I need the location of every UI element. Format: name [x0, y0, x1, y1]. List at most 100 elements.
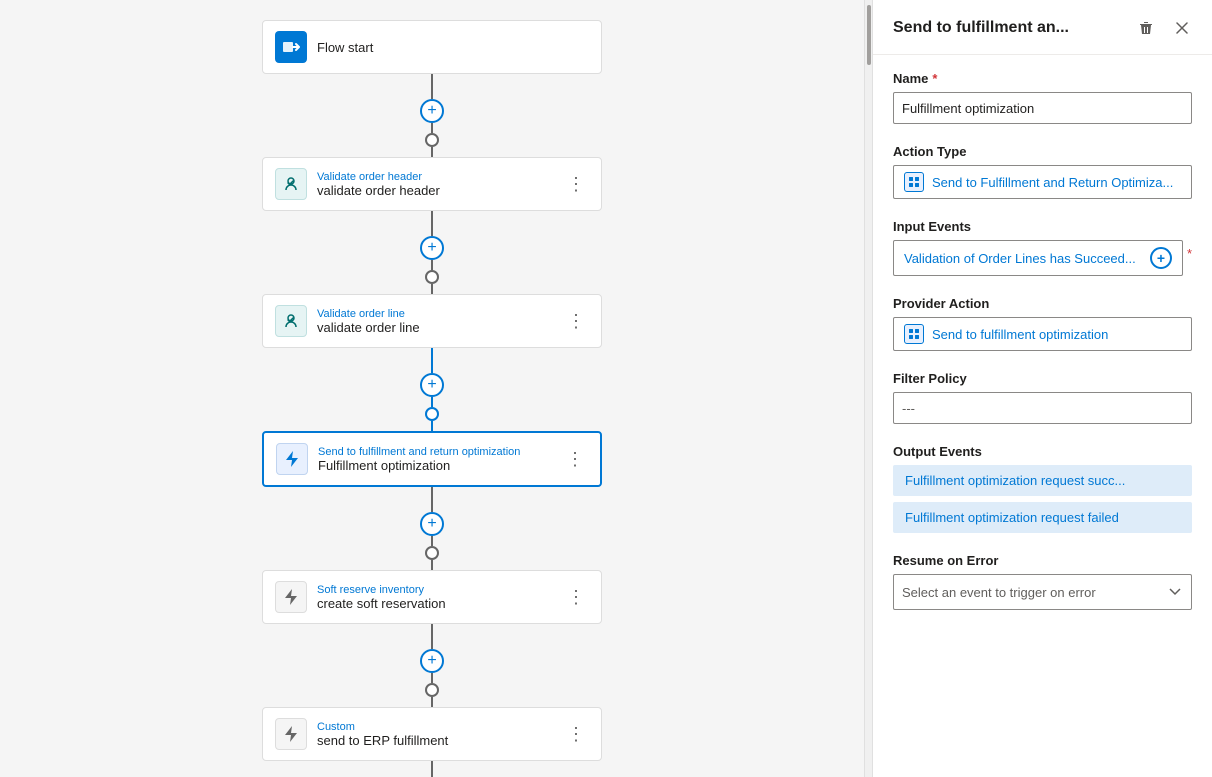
resume-on-error-label: Resume on Error — [893, 553, 1192, 568]
connector-line-4b — [431, 536, 433, 546]
node-menu-validate-line[interactable]: ⋮ — [563, 311, 589, 332]
node-content-fulfillment-opt: Send to fulfillment and return optimizat… — [318, 446, 562, 473]
connector-line-6 — [431, 761, 433, 777]
add-button-2[interactable]: + — [420, 236, 444, 260]
scrollbar-thumb — [867, 5, 871, 65]
input-events-container[interactable]: Validation of Order Lines has Succeed...… — [893, 240, 1183, 276]
node-icon-custom-erp — [275, 718, 307, 750]
connector-line-3c — [431, 421, 433, 431]
name-input[interactable] — [893, 92, 1192, 124]
connector-line-4c — [431, 560, 433, 570]
panel-header-actions — [1132, 14, 1196, 42]
connector-circle-1 — [425, 133, 439, 147]
panel-header: Send to fulfillment an... — [873, 0, 1212, 55]
panel-title: Send to fulfillment an... — [893, 19, 1132, 37]
provider-action-container[interactable]: Send to fulfillment optimization — [893, 317, 1192, 351]
add-input-event-button[interactable]: + — [1150, 247, 1172, 269]
input-events-wrapper: Validation of Order Lines has Succeed...… — [893, 240, 1192, 276]
connector-line-5 — [431, 624, 433, 649]
node-menu-soft-reserve[interactable]: ⋮ — [563, 587, 589, 608]
add-button-5[interactable]: + — [420, 649, 444, 673]
node-flow-start[interactable]: Flow start — [262, 20, 602, 74]
node-name-validate-line: validate order line — [317, 320, 563, 335]
node-menu-validate-header[interactable]: ⋮ — [563, 174, 589, 195]
provider-action-field-group: Provider Action Send to fulfillment opti… — [893, 296, 1192, 351]
name-label: Name * — [893, 71, 1192, 86]
node-type-custom-erp: Custom — [317, 721, 563, 733]
node-validate-line[interactable]: Validate order line validate order line … — [262, 294, 602, 348]
delete-button[interactable] — [1132, 14, 1160, 42]
connector-line-1 — [431, 74, 433, 99]
output-events-container: Fulfillment optimization request succ...… — [893, 465, 1192, 533]
node-content-validate-header: Validate order header validate order hea… — [317, 171, 563, 198]
panel-body: Name * Action Type Send to Fulfil — [873, 55, 1212, 777]
node-custom-erp[interactable]: Custom send to ERP fulfillment ⋮ — [262, 707, 602, 761]
input-events-required: * — [1187, 246, 1192, 261]
action-type-button[interactable]: Send to Fulfillment and Return Optimiza.… — [893, 165, 1192, 199]
output-events-label: Output Events — [893, 444, 1192, 459]
connector-line-3b — [431, 397, 433, 407]
canvas-scrollbar[interactable] — [864, 0, 872, 777]
node-type-fulfillment-opt: Send to fulfillment and return optimizat… — [318, 446, 562, 458]
node-icon-fulfillment-opt — [276, 443, 308, 475]
node-name-custom-erp: send to ERP fulfillment — [317, 733, 563, 748]
node-type-validate-line: Validate order line — [317, 308, 563, 320]
connector-line-1b — [431, 123, 433, 133]
provider-action-label: Provider Action — [893, 296, 1192, 311]
action-type-field-group: Action Type Send to Fulfillment and Retu… — [893, 144, 1192, 199]
node-fulfillment-opt[interactable]: Send to fulfillment and return optimizat… — [262, 431, 602, 487]
node-icon-soft-reserve — [275, 581, 307, 613]
node-content-soft-reserve: Soft reserve inventory create soft reser… — [317, 584, 563, 611]
close-button[interactable] — [1168, 14, 1196, 42]
input-events-field-group: Input Events Validation of Order Lines h… — [893, 219, 1192, 276]
connector-line-2b — [431, 260, 433, 270]
filter-policy-label: Filter Policy — [893, 371, 1192, 386]
input-events-label: Input Events — [893, 219, 1192, 234]
name-field-group: Name * — [893, 71, 1192, 124]
output-events-field-group: Output Events Fulfillment optimization r… — [893, 444, 1192, 533]
node-content-custom-erp: Custom send to ERP fulfillment — [317, 721, 563, 748]
connector-circle-2 — [425, 270, 439, 284]
node-content-flow-start: Flow start — [317, 40, 589, 55]
connector-line-4 — [431, 487, 433, 512]
connector-line-5c — [431, 697, 433, 707]
node-type-soft-reserve: Soft reserve inventory — [317, 584, 563, 596]
node-name-soft-reserve: create soft reservation — [317, 596, 563, 611]
connector-circle-5 — [425, 683, 439, 697]
flow-wrapper: Flow start + Validate order header valid… — [252, 20, 612, 777]
node-icon-validate-header — [275, 168, 307, 200]
provider-action-value: Send to fulfillment optimization — [932, 327, 1108, 342]
add-button-4[interactable]: + — [420, 512, 444, 536]
connector-circle-3 — [425, 407, 439, 421]
resume-on-error-field-group: Resume on Error Select an event to trigg… — [893, 553, 1192, 610]
output-event-2[interactable]: Fulfillment optimization request failed — [893, 502, 1192, 533]
node-icon-flow-start — [275, 31, 307, 63]
node-menu-fulfillment-opt[interactable]: ⋮ — [562, 449, 588, 470]
input-events-value: Validation of Order Lines has Succeed... — [904, 251, 1150, 266]
connector-circle-4 — [425, 546, 439, 560]
node-type-validate-header: Validate order header — [317, 171, 563, 183]
filter-policy-field-group: Filter Policy — [893, 371, 1192, 424]
action-type-icon — [904, 172, 924, 192]
provider-action-icon — [904, 324, 924, 344]
output-event-1[interactable]: Fulfillment optimization request succ... — [893, 465, 1192, 496]
node-name-fulfillment-opt: Fulfillment optimization — [318, 458, 562, 473]
connector-line-5b — [431, 673, 433, 683]
connector-line-2 — [431, 211, 433, 236]
add-button-3[interactable]: + — [420, 373, 444, 397]
action-type-label: Action Type — [893, 144, 1192, 159]
node-validate-header[interactable]: Validate order header validate order hea… — [262, 157, 602, 211]
add-button-1[interactable]: + — [420, 99, 444, 123]
node-name-validate-header: validate order header — [317, 183, 563, 198]
flow-canvas: Flow start + Validate order header valid… — [0, 0, 864, 777]
node-content-validate-line: Validate order line validate order line — [317, 308, 563, 335]
filter-policy-input[interactable] — [893, 392, 1192, 424]
node-menu-custom-erp[interactable]: ⋮ — [563, 724, 589, 745]
detail-panel: Send to fulfillment an... Name * — [872, 0, 1212, 777]
node-soft-reserve[interactable]: Soft reserve inventory create soft reser… — [262, 570, 602, 624]
connector-line-2c — [431, 284, 433, 294]
connector-line-1c — [431, 147, 433, 157]
action-type-value: Send to Fulfillment and Return Optimiza.… — [932, 175, 1173, 190]
connector-line-3 — [431, 348, 433, 373]
resume-on-error-select[interactable]: Select an event to trigger on error — [893, 574, 1192, 610]
